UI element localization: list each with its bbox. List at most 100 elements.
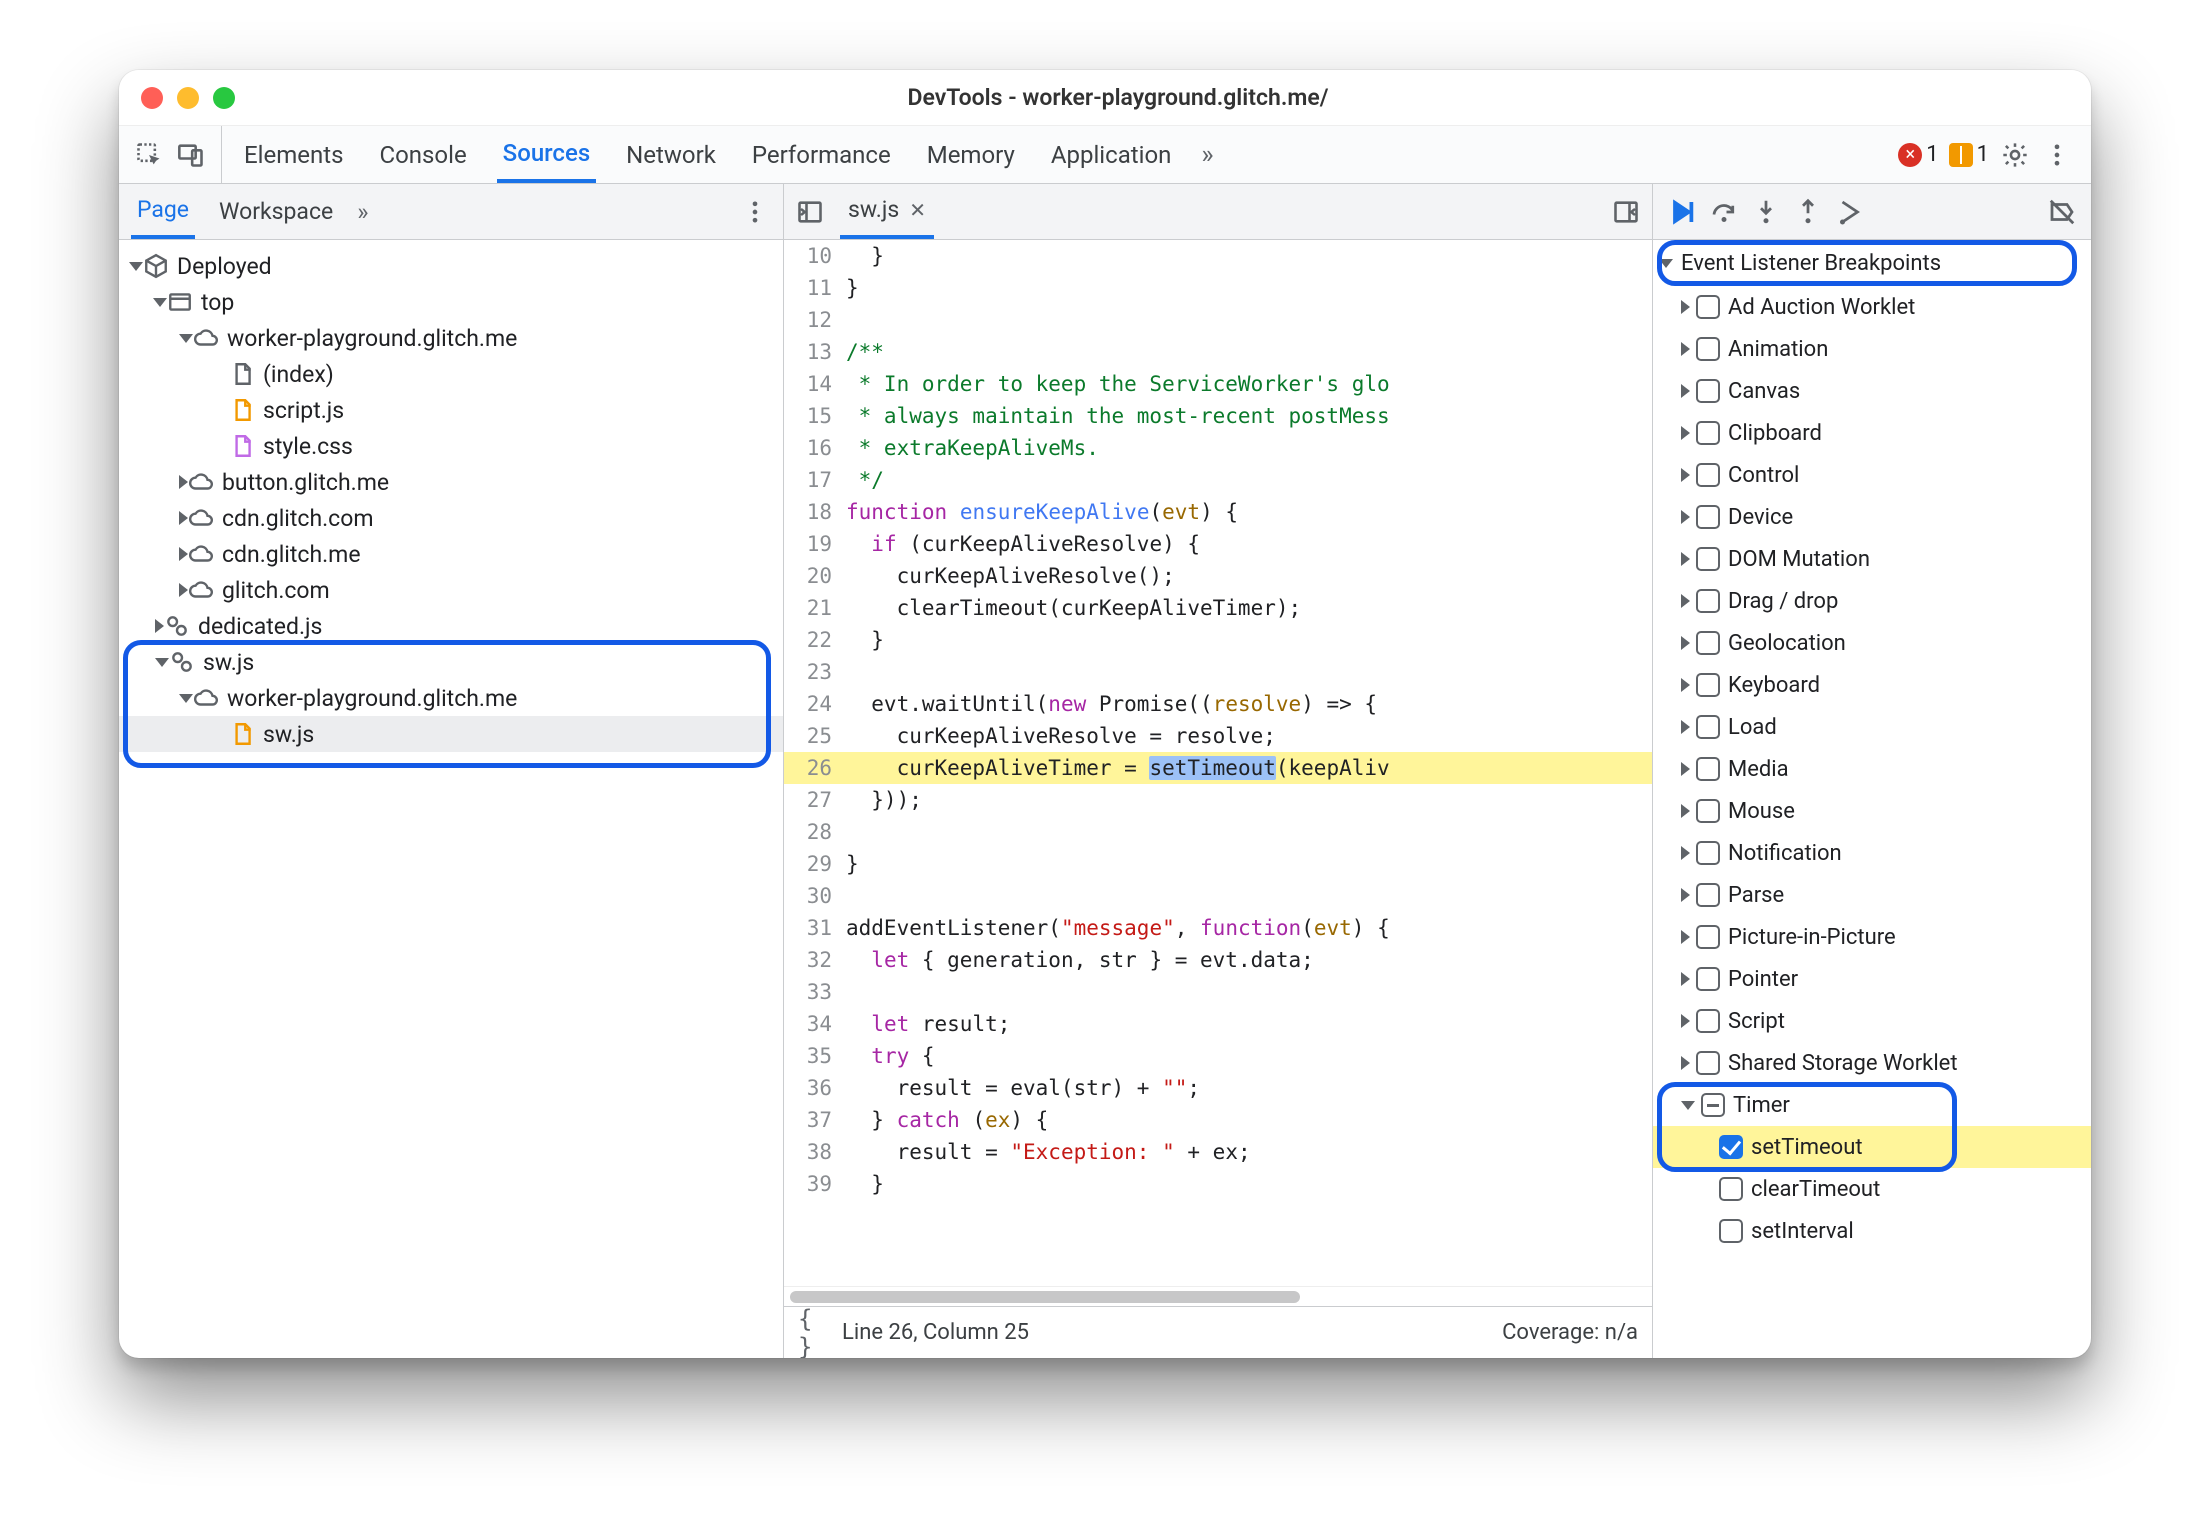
sidebar-tab-workspace[interactable]: Workspace bbox=[213, 184, 339, 239]
checkbox-mixed[interactable] bbox=[1701, 1093, 1725, 1117]
tree-row-swjs-file[interactable]: sw.js bbox=[119, 716, 783, 752]
ev-category[interactable]: Parse bbox=[1653, 874, 2091, 916]
code-content[interactable] bbox=[846, 816, 1652, 848]
checkbox[interactable] bbox=[1696, 841, 1720, 865]
line-number[interactable]: 29 bbox=[784, 848, 846, 880]
ev-category[interactable]: Canvas bbox=[1653, 370, 2091, 412]
tab-performance[interactable]: Performance bbox=[746, 126, 897, 183]
code-content[interactable]: } bbox=[846, 240, 1652, 272]
code-line[interactable]: 25 curKeepAliveResolve = resolve; bbox=[784, 720, 1652, 752]
ev-category[interactable]: Mouse bbox=[1653, 790, 2091, 832]
step-icon[interactable] bbox=[1833, 195, 1867, 229]
code-content[interactable]: } bbox=[846, 848, 1652, 880]
close-tab-icon[interactable]: ✕ bbox=[909, 198, 926, 222]
tab-application[interactable]: Application bbox=[1045, 126, 1178, 183]
ev-category[interactable]: Load bbox=[1653, 706, 2091, 748]
code-content[interactable]: curKeepAliveTimer = setTimeout(keepAliv bbox=[846, 752, 1652, 784]
kebab-menu-icon[interactable] bbox=[2041, 139, 2073, 171]
line-number[interactable]: 14 bbox=[784, 368, 846, 400]
code-content[interactable] bbox=[846, 880, 1652, 912]
tree-row-style[interactable]: style.css bbox=[119, 428, 783, 464]
checkbox[interactable] bbox=[1696, 715, 1720, 739]
ev-item[interactable]: clearTimeout bbox=[1653, 1168, 2091, 1210]
checkbox[interactable] bbox=[1696, 757, 1720, 781]
code-content[interactable]: curKeepAliveResolve = resolve; bbox=[846, 720, 1652, 752]
tab-elements[interactable]: Elements bbox=[238, 126, 349, 183]
tab-memory[interactable]: Memory bbox=[921, 126, 1021, 183]
ev-category[interactable]: Ad Auction Worklet bbox=[1653, 286, 2091, 328]
line-number[interactable]: 17 bbox=[784, 464, 846, 496]
code-line[interactable]: 15 * always maintain the most-recent pos… bbox=[784, 400, 1652, 432]
code-line[interactable]: 27 })); bbox=[784, 784, 1652, 816]
line-number[interactable]: 10 bbox=[784, 240, 846, 272]
ev-category[interactable]: Control bbox=[1653, 454, 2091, 496]
checkbox[interactable] bbox=[1696, 1009, 1720, 1033]
code-line[interactable]: 18function ensureKeepAlive(evt) { bbox=[784, 496, 1652, 528]
inspect-element-icon[interactable] bbox=[133, 139, 165, 171]
window-minimize-button[interactable] bbox=[177, 87, 199, 109]
line-number[interactable]: 18 bbox=[784, 496, 846, 528]
tree-row-deployed[interactable]: Deployed bbox=[119, 248, 783, 284]
tree-row-host[interactable]: glitch.com bbox=[119, 572, 783, 608]
ev-category[interactable]: Geolocation bbox=[1653, 622, 2091, 664]
code-line[interactable]: 32 let { generation, str } = evt.data; bbox=[784, 944, 1652, 976]
code-content[interactable] bbox=[846, 976, 1652, 1008]
code-content[interactable]: let result; bbox=[846, 1008, 1652, 1040]
code-line[interactable]: 29} bbox=[784, 848, 1652, 880]
code-line[interactable]: 22 } bbox=[784, 624, 1652, 656]
line-number[interactable]: 21 bbox=[784, 592, 846, 624]
code-line[interactable]: 26 curKeepAliveTimer = setTimeout(keepAl… bbox=[784, 752, 1652, 784]
code-content[interactable]: } bbox=[846, 1168, 1652, 1200]
code-content[interactable]: * In order to keep the ServiceWorker's g… bbox=[846, 368, 1652, 400]
tab-sources[interactable]: Sources bbox=[497, 126, 597, 183]
step-over-icon[interactable] bbox=[1707, 195, 1741, 229]
code-line[interactable]: 10 } bbox=[784, 240, 1652, 272]
tree-row-swjs-group[interactable]: sw.js bbox=[119, 644, 783, 680]
code-line[interactable]: 31addEventListener("message", function(e… bbox=[784, 912, 1652, 944]
code-line[interactable]: 16 * extraKeepAliveMs. bbox=[784, 432, 1652, 464]
line-number[interactable]: 37 bbox=[784, 1104, 846, 1136]
tree-row-script[interactable]: script.js bbox=[119, 392, 783, 428]
line-number[interactable]: 23 bbox=[784, 656, 846, 688]
settings-icon[interactable] bbox=[1999, 139, 2031, 171]
line-number[interactable]: 35 bbox=[784, 1040, 846, 1072]
step-into-icon[interactable] bbox=[1749, 195, 1783, 229]
event-breakpoints-header[interactable]: Event Listener Breakpoints bbox=[1653, 240, 2091, 286]
checkbox[interactable] bbox=[1696, 337, 1720, 361]
tab-console[interactable]: Console bbox=[373, 126, 472, 183]
checkbox[interactable] bbox=[1696, 505, 1720, 529]
code-content[interactable]: result = eval(str) + ""; bbox=[846, 1072, 1652, 1104]
code-content[interactable]: if (curKeepAliveResolve) { bbox=[846, 528, 1652, 560]
code-line[interactable]: 17 */ bbox=[784, 464, 1652, 496]
editor-hscrollbar[interactable] bbox=[784, 1286, 1652, 1306]
code-line[interactable]: 38 result = "Exception: " + ex; bbox=[784, 1136, 1652, 1168]
tree-row-index[interactable]: (index) bbox=[119, 356, 783, 392]
ev-category[interactable]: Drag / drop bbox=[1653, 580, 2091, 622]
ev-category[interactable]: Notification bbox=[1653, 832, 2091, 874]
code-content[interactable]: result = "Exception: " + ex; bbox=[846, 1136, 1652, 1168]
tree-row-top[interactable]: top bbox=[119, 284, 783, 320]
checkbox[interactable] bbox=[1696, 421, 1720, 445]
tree-row-host[interactable]: cdn.glitch.me bbox=[119, 536, 783, 572]
line-number[interactable]: 22 bbox=[784, 624, 846, 656]
code-content[interactable]: curKeepAliveResolve(); bbox=[846, 560, 1652, 592]
code-line[interactable]: 23 bbox=[784, 656, 1652, 688]
tree-row-host-wp[interactable]: worker-playground.glitch.me bbox=[119, 320, 783, 356]
line-number[interactable]: 28 bbox=[784, 816, 846, 848]
ev-item[interactable]: setTimeout bbox=[1653, 1126, 2091, 1168]
line-number[interactable]: 15 bbox=[784, 400, 846, 432]
line-number[interactable]: 11 bbox=[784, 272, 846, 304]
checkbox[interactable] bbox=[1696, 799, 1720, 823]
ev-category[interactable]: Pointer bbox=[1653, 958, 2091, 1000]
pretty-print-icon[interactable]: { } bbox=[798, 1317, 830, 1349]
checkbox[interactable] bbox=[1696, 883, 1720, 907]
tree-row-host[interactable]: button.glitch.me bbox=[119, 464, 783, 500]
code-content[interactable]: } bbox=[846, 624, 1652, 656]
checkbox[interactable] bbox=[1696, 673, 1720, 697]
code-line[interactable]: 24 evt.waitUntil(new Promise((resolve) =… bbox=[784, 688, 1652, 720]
code-content[interactable]: evt.waitUntil(new Promise((resolve) => { bbox=[846, 688, 1652, 720]
code-content[interactable]: function ensureKeepAlive(evt) { bbox=[846, 496, 1652, 528]
code-line[interactable]: 21 clearTimeout(curKeepAliveTimer); bbox=[784, 592, 1652, 624]
ev-category[interactable]: DOM Mutation bbox=[1653, 538, 2091, 580]
sidebar-tabs-overflow[interactable]: » bbox=[357, 198, 368, 226]
